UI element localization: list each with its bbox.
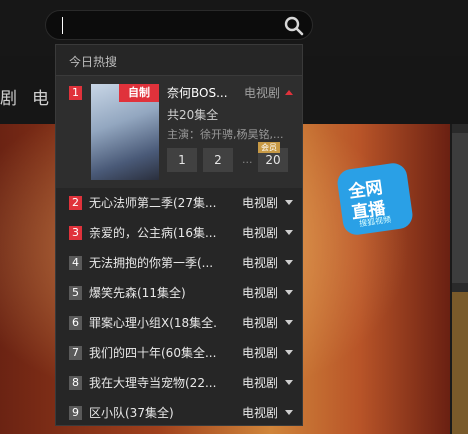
- hot-search-dropdown: 今日热搜 1 自制 奈何BOS... 电视剧 共20集全 主演：徐开骋,杨昊铭,…: [55, 44, 303, 426]
- result-category: 电视剧: [242, 256, 279, 270]
- dropdown-heading: 今日热搜: [69, 55, 118, 69]
- search-icon[interactable]: [284, 16, 304, 36]
- episode-count: 共20集全: [167, 108, 219, 122]
- result-category: 电视剧: [242, 376, 279, 390]
- result-category: 电视剧: [242, 316, 279, 330]
- poster-image[interactable]: 自制: [91, 84, 159, 180]
- rank-badge: 1: [69, 86, 82, 100]
- result-title[interactable]: 我在大理寺当宠物(22...: [89, 374, 217, 391]
- poster-tag: 自制: [119, 84, 159, 102]
- collapse-arrow-icon[interactable]: [285, 90, 293, 95]
- rank-badge: 7: [69, 346, 82, 360]
- expand-arrow-icon[interactable]: [285, 380, 293, 385]
- result-category: 电视剧: [242, 346, 279, 360]
- rank-badge: 9: [69, 406, 82, 420]
- rank-badge: 3: [69, 226, 82, 240]
- live-badge[interactable]: 全网 直播 搜狐视频: [335, 161, 415, 237]
- text-caret: [62, 17, 63, 34]
- result-title[interactable]: 罪案心理小组X(18集全...: [89, 314, 217, 331]
- result-category: 电视剧: [242, 406, 279, 420]
- expand-arrow-icon[interactable]: [285, 230, 293, 235]
- expand-arrow-icon[interactable]: [285, 320, 293, 325]
- vip-badge: 会员: [258, 142, 280, 153]
- result-title[interactable]: 区小队(37集全): [89, 404, 217, 421]
- result-category: 电视剧: [242, 286, 279, 300]
- result-category: 电视剧: [242, 196, 279, 210]
- result-title[interactable]: 无心法师第二季(27集...: [89, 194, 217, 211]
- result-category: 电视剧: [242, 226, 279, 240]
- nav-item-drama[interactable]: 剧: [0, 84, 17, 109]
- expand-arrow-icon[interactable]: [285, 260, 293, 265]
- rank-badge: 8: [69, 376, 82, 390]
- result-title[interactable]: 我们的四十年(60集全...: [89, 344, 217, 361]
- episode-ellipsis: ···: [242, 156, 253, 169]
- search-box[interactable]: [45, 10, 313, 40]
- side-thumbnail-bottom[interactable]: [452, 292, 468, 434]
- list-item[interactable]: 3 亲爱的，公主病(16集... 电视剧: [56, 218, 302, 248]
- featured-category: 电视剧: [244, 86, 281, 100]
- episode-button-1[interactable]: 1: [167, 148, 197, 172]
- result-title[interactable]: 亲爱的，公主病(16集...: [89, 224, 217, 241]
- rank-badge: 5: [69, 286, 82, 300]
- expand-arrow-icon[interactable]: [285, 410, 293, 415]
- featured-title[interactable]: 奈何BOS...: [167, 84, 228, 101]
- result-title[interactable]: 爆笑先森(11集全): [89, 284, 217, 301]
- list-item[interactable]: 7 我们的四十年(60集全... 电视剧: [56, 338, 302, 368]
- cast-list: 主演：徐开骋,杨昊铭,...: [167, 128, 284, 141]
- rank-badge: 2: [69, 196, 82, 210]
- list-item[interactable]: 9 区小队(37集全) 电视剧: [56, 398, 302, 428]
- expand-arrow-icon[interactable]: [285, 200, 293, 205]
- list-item[interactable]: 2 无心法师第二季(27集... 电视剧: [56, 188, 302, 218]
- featured-result[interactable]: 1 自制 奈何BOS... 电视剧 共20集全 主演：徐开骋,杨昊铭,... 1…: [56, 76, 302, 188]
- expand-arrow-icon[interactable]: [285, 290, 293, 295]
- rank-badge: 6: [69, 316, 82, 330]
- list-item[interactable]: 5 爆笑先森(11集全) 电视剧: [56, 278, 302, 308]
- side-thumbnail-top[interactable]: [452, 133, 468, 283]
- nav-item-more[interactable]: 电: [32, 84, 49, 109]
- list-item[interactable]: 6 罪案心理小组X(18集全... 电视剧: [56, 308, 302, 338]
- expand-arrow-icon[interactable]: [285, 350, 293, 355]
- result-title[interactable]: 无法拥抱的你第一季(...: [89, 254, 217, 271]
- episode-button-2[interactable]: 2: [203, 148, 233, 172]
- list-item[interactable]: 8 我在大理寺当宠物(22... 电视剧: [56, 368, 302, 398]
- list-item[interactable]: 4 无法拥抱的你第一季(... 电视剧: [56, 248, 302, 278]
- rank-badge: 4: [69, 256, 82, 270]
